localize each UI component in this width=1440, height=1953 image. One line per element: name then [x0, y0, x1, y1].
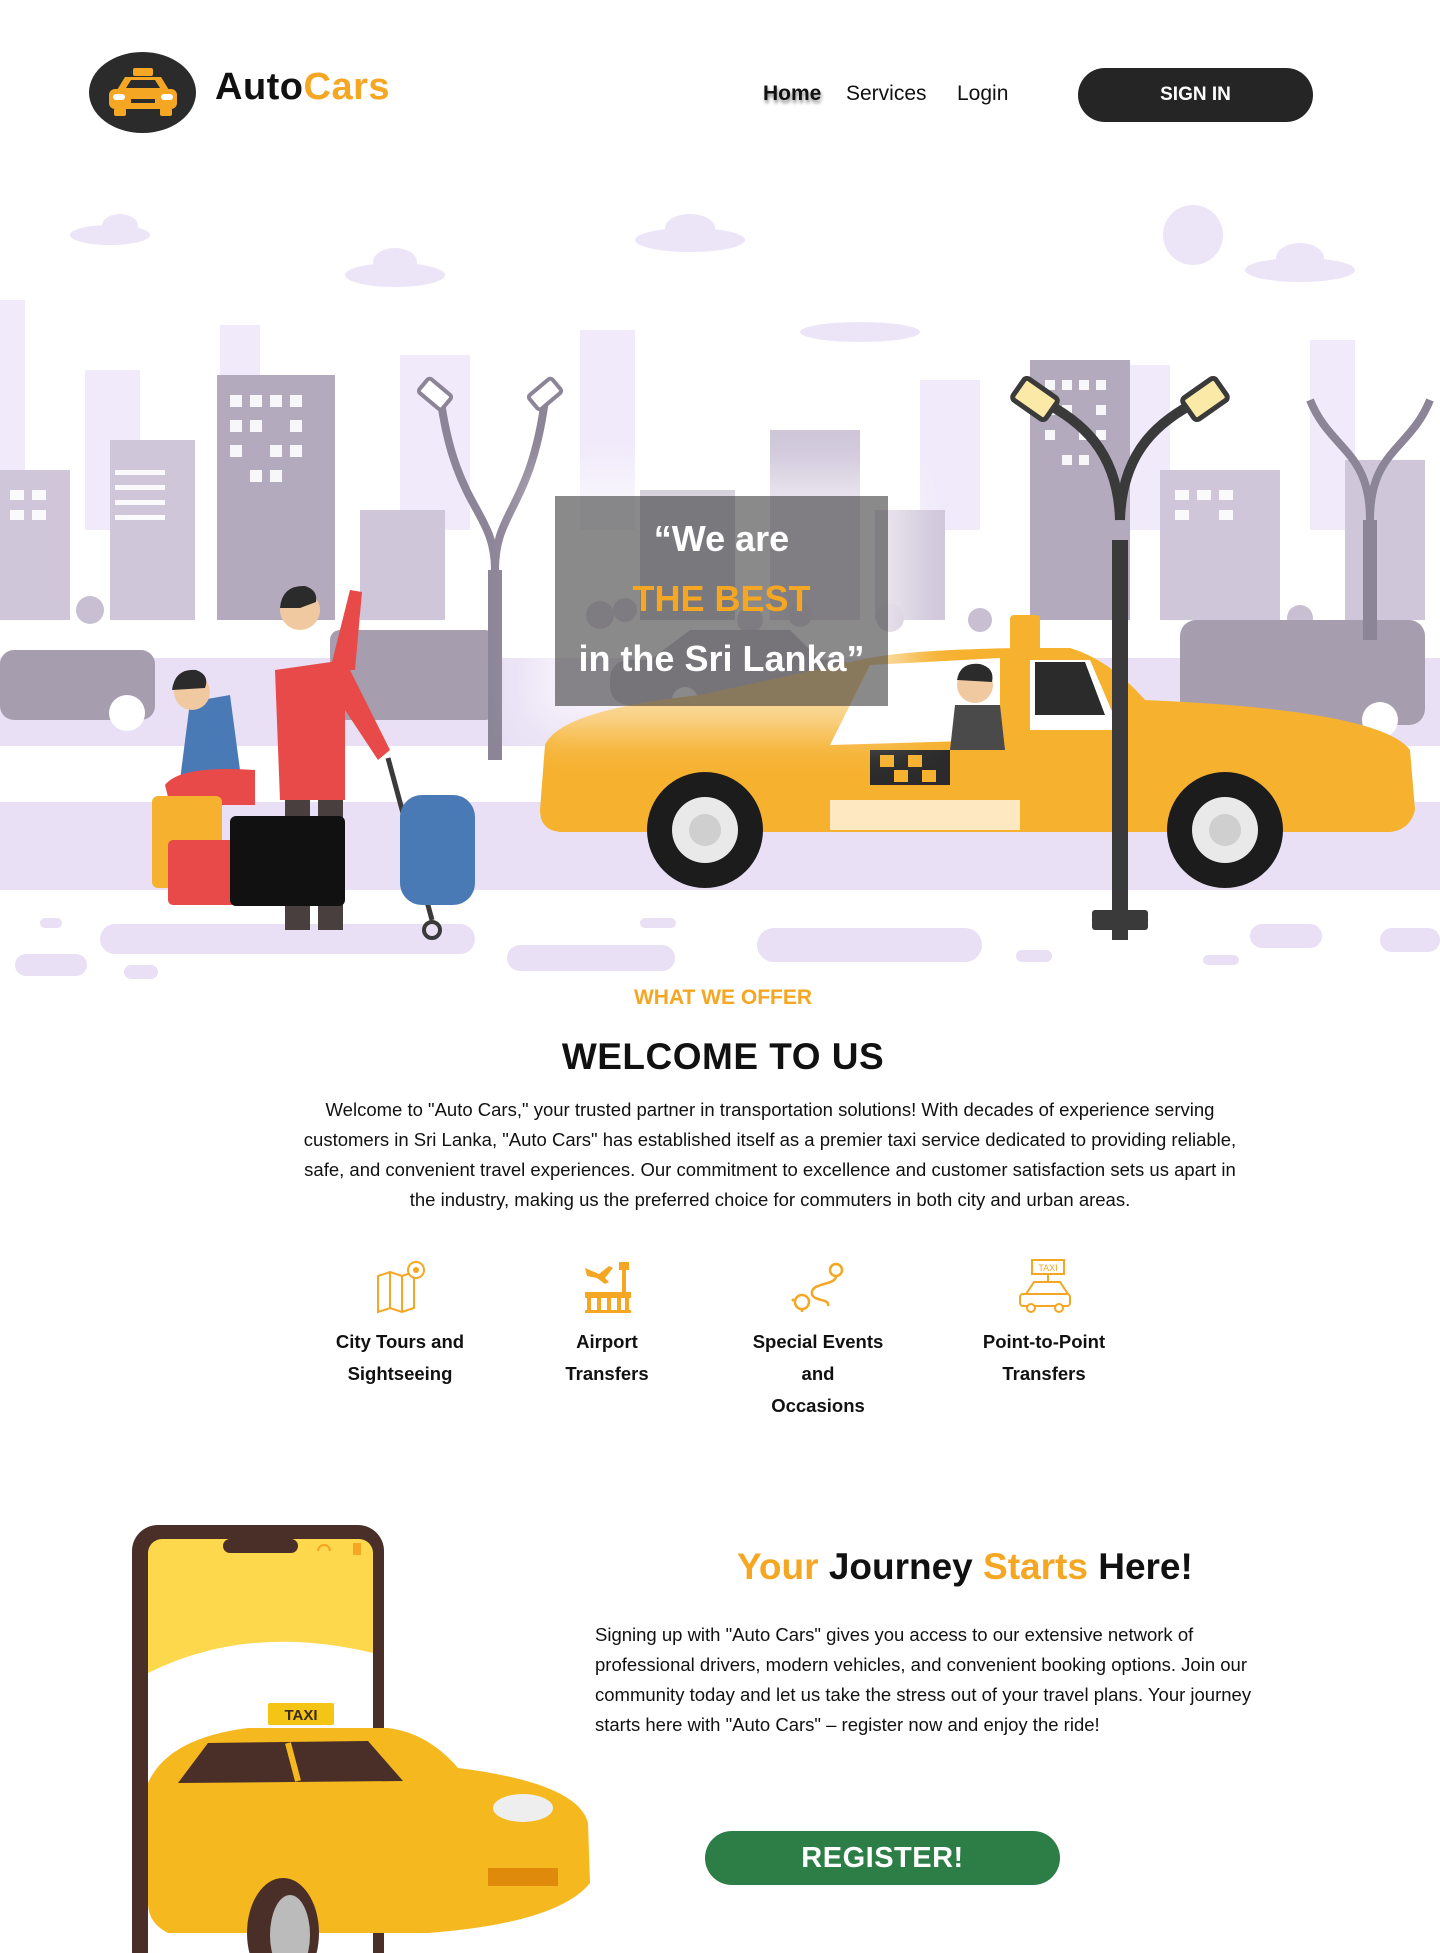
hero-quote-line1: “We are: [653, 518, 790, 559]
service-label-line2: Transfers: [565, 1363, 649, 1384]
nav-services-link[interactable]: Services: [846, 82, 927, 106]
journey-title-part4: Here!: [1098, 1546, 1193, 1587]
service-label-line2: and: [801, 1363, 835, 1384]
journey-title: Your Journey Starts Here!: [737, 1546, 1193, 1588]
taxi-sign-icon: TAXI: [1019, 1259, 1071, 1313]
offer-title: WELCOME TO US: [561, 1036, 885, 1077]
airport-icon: [585, 1262, 631, 1313]
site-header: AutoCars Home Services Login SIGN IN: [0, 0, 1440, 150]
service-label-line1: Point-to-Point: [982, 1331, 1106, 1352]
brand-name-part2: Cars: [303, 66, 391, 108]
service-airport-transfers[interactable]: Airport Transfers: [522, 1258, 692, 1390]
service-city-tours[interactable]: City Tours and Sightseeing: [315, 1258, 485, 1390]
hero-quote-box: “We are THE BEST in the Sri Lanka”: [555, 496, 888, 706]
route-icon: [791, 1262, 844, 1312]
logo-badge[interactable]: [89, 52, 196, 133]
taxi-car-icon: [109, 68, 177, 116]
map-pin-icon: [377, 1261, 425, 1314]
register-button[interactable]: REGISTER!: [705, 1831, 1060, 1885]
taxi-sign-text: TAXI: [284, 1707, 317, 1724]
hero-quote-line3: in the Sri Lanka”: [578, 638, 865, 679]
brand-name-part1: Auto: [215, 66, 304, 108]
service-point-to-point[interactable]: TAXI Point-to-Point Transfers: [959, 1258, 1129, 1390]
offer-description: Welcome to "Auto Cars," your trusted par…: [303, 1099, 1237, 1210]
service-label-line1: City Tours and: [335, 1331, 465, 1352]
nav-home-link[interactable]: Home: [763, 82, 821, 106]
journey-description: Signing up with "Auto Cars" gives you ac…: [595, 1624, 1252, 1735]
sign-in-button[interactable]: SIGN IN: [1078, 68, 1313, 122]
service-label-line2: Sightseeing: [347, 1363, 453, 1384]
nav-login-link[interactable]: Login: [957, 82, 1008, 106]
service-label-line1: Airport: [576, 1331, 638, 1352]
service-special-events[interactable]: Special Events and Occasions: [733, 1258, 903, 1422]
hero-section: “We are THE BEST in the Sri Lanka”: [0, 190, 1440, 990]
service-label-line1: Special Events: [752, 1331, 884, 1352]
hero-quote-highlight: THE BEST: [632, 578, 811, 619]
offer-eyebrow: WHAT WE OFFER: [633, 986, 813, 1009]
journey-title-part3: Starts: [983, 1546, 1088, 1587]
service-label-line2: Transfers: [1002, 1363, 1086, 1384]
svg-text:TAXI: TAXI: [1038, 1263, 1057, 1273]
phone-taxi-illustration: TAXI: [132, 1525, 590, 1953]
brand-name[interactable]: AutoCars: [215, 66, 390, 109]
service-label-line3: Occasions: [771, 1395, 865, 1416]
journey-title-part2: Journey: [828, 1546, 973, 1587]
journey-title-part1: Your: [737, 1546, 819, 1587]
